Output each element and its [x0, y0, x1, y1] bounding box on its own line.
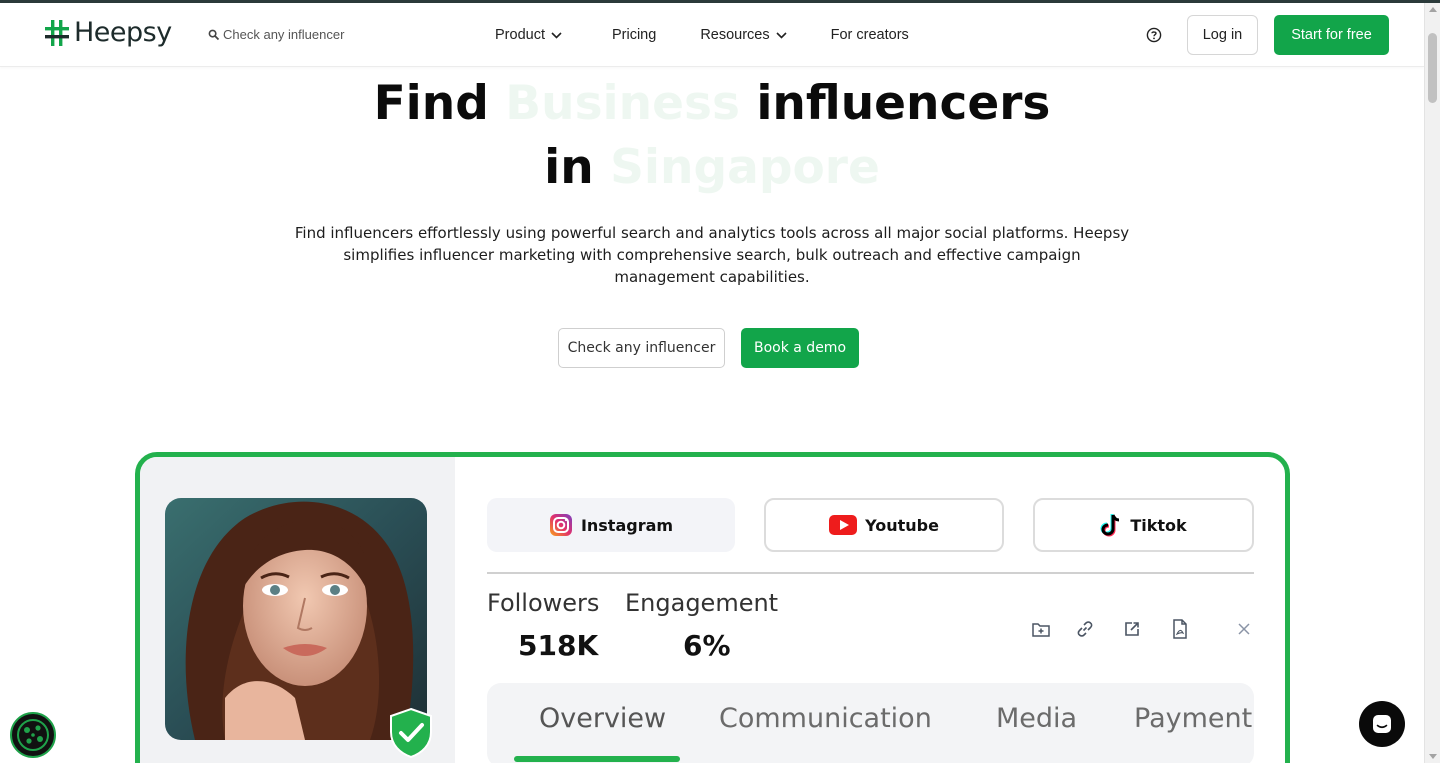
search-icon: [208, 29, 220, 40]
search-input[interactable]: Check any influencer: [223, 27, 344, 42]
hero-title-word: Find: [373, 76, 489, 131]
divider: [487, 572, 1254, 574]
verified-shield-icon: [390, 707, 432, 759]
followers-label: Followers: [487, 589, 600, 617]
header-search[interactable]: Check any influencer: [208, 27, 344, 42]
engagement-value: 6%: [683, 629, 731, 662]
hero-title-word: influencers: [756, 76, 1051, 131]
nav-item-label: Product: [495, 27, 545, 43]
influencer-photo: [165, 498, 427, 740]
tab-media[interactable]: Media: [996, 703, 1077, 734]
start-for-free-button[interactable]: Start for free: [1274, 15, 1389, 55]
followers-value: 518K: [518, 629, 599, 662]
tab-youtube[interactable]: Youtube: [764, 498, 1004, 552]
scroll-down-arrow-icon[interactable]: [1429, 754, 1437, 759]
product-preview-card: Instagram Youtube Tiktok Followers 518K …: [135, 452, 1290, 763]
profile-panel: [140, 457, 455, 763]
active-tab-indicator: [514, 756, 680, 762]
logo-text: Heepsy: [74, 17, 172, 48]
tab-label: Instagram: [580, 515, 674, 535]
nav-item-resources[interactable]: Resources: [700, 27, 787, 43]
hero-title-rotating-word: Business: [505, 76, 740, 131]
chat-icon: [1373, 715, 1391, 733]
tab-label: Tiktok: [1130, 515, 1187, 535]
logo[interactable]: Heepsy: [44, 17, 172, 48]
hero-title: Find Business influencers in Singapore: [0, 72, 1424, 200]
main-nav: Product Pricing Resources For creators: [495, 27, 909, 43]
instagram-icon: [549, 514, 572, 536]
youtube-icon: [829, 515, 858, 535]
cookie-settings-widget[interactable]: [10, 712, 56, 758]
engagement-label: Engagement: [625, 589, 779, 617]
chevron-down-icon: [551, 31, 562, 39]
tiktok-icon: [1100, 514, 1120, 537]
scroll-thumb[interactable]: [1428, 33, 1437, 103]
tab-instagram[interactable]: Instagram: [487, 498, 735, 552]
tab-payment[interactable]: Payment: [1134, 703, 1252, 734]
link-icon[interactable]: [1074, 618, 1096, 640]
close-icon[interactable]: [1233, 618, 1255, 640]
login-button[interactable]: Log in: [1187, 15, 1258, 55]
hero-title-rotating-location: Singapore: [610, 140, 880, 195]
nav-item-for-creators[interactable]: For creators: [831, 27, 909, 43]
chat-launcher-button[interactable]: [1359, 701, 1405, 747]
site-header: Heepsy Check any influencer Product Pric…: [0, 3, 1424, 67]
question-circle-icon[interactable]: [1146, 27, 1162, 43]
cookie-icon: [17, 719, 49, 751]
folder-add-icon[interactable]: [1030, 618, 1052, 640]
pdf-file-icon[interactable]: [1169, 618, 1191, 640]
tab-overview[interactable]: Overview: [539, 703, 666, 734]
check-influencer-button[interactable]: Check any influencer: [558, 328, 725, 368]
hero-description: Find influencers effortlessly using powe…: [294, 224, 1130, 286]
nav-item-label: Pricing: [611, 27, 657, 43]
hero-title-word: in: [544, 140, 594, 195]
nav-item-label: Resources: [700, 27, 770, 43]
hashtag-logo-icon: [45, 19, 69, 46]
nav-item-pricing[interactable]: Pricing: [612, 27, 656, 43]
tab-tiktok[interactable]: Tiktok: [1033, 498, 1254, 552]
scroll-up-arrow-icon[interactable]: [1429, 7, 1437, 12]
tab-communication[interactable]: Communication: [719, 703, 932, 734]
external-link-icon[interactable]: [1121, 618, 1143, 640]
page-scrollbar[interactable]: [1424, 3, 1440, 763]
book-demo-button[interactable]: Book a demo: [741, 328, 859, 368]
nav-item-product[interactable]: Product: [495, 27, 562, 43]
nav-item-label: For creators: [830, 27, 909, 43]
chevron-down-icon: [776, 31, 787, 39]
tab-label: Youtube: [865, 515, 939, 535]
